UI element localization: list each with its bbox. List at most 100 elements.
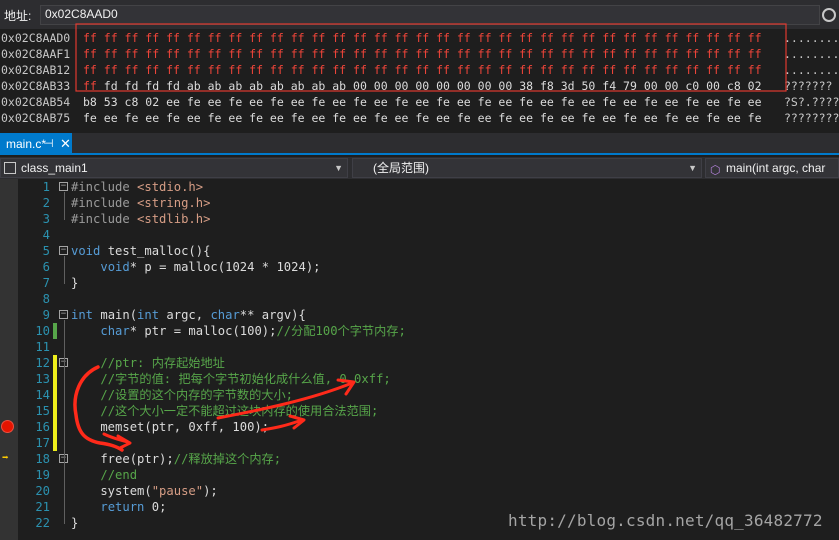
line-number: 6 xyxy=(42,260,50,274)
memory-bytes: ff ff ff ff ff ff ff ff ff ff ff ff ff f… xyxy=(83,63,762,77)
navigation-bar: class_main1 ▼ (全局范围) ▼ ⬡ main(int argc, … xyxy=(0,157,839,179)
code-line[interactable]: 10 char* ptr = malloc(100);//分配100个字节内存; xyxy=(0,323,839,339)
outline-guide xyxy=(64,256,65,284)
code-line[interactable]: 2 #include <string.h> xyxy=(0,195,839,211)
memory-ascii: ......... xyxy=(784,47,839,61)
memory-address: 0x02C8AAD0 xyxy=(1,31,71,45)
code-text: #include <string.h> xyxy=(71,196,211,210)
line-number: 1 xyxy=(42,180,50,194)
outline-guide xyxy=(64,320,65,524)
memory-ascii: ???????? xyxy=(784,111,839,125)
project-dropdown[interactable]: class_main1 ▼ xyxy=(0,158,348,178)
code-line[interactable]: 11 xyxy=(0,339,839,355)
memory-bytes: fe ee fe ee fe ee fe ee fe ee fe ee fe e… xyxy=(83,111,762,125)
refresh-icon[interactable] xyxy=(822,8,836,22)
code-line[interactable]: 5− void test_malloc(){ xyxy=(0,243,839,259)
code-text: int main(int argc, char** argv){ xyxy=(71,308,306,322)
memory-bytes: ff fd fd fd fd ab ab ab ab ab ab ab ab 0… xyxy=(83,79,762,93)
memory-ascii: ??????? xyxy=(784,79,833,93)
code-line[interactable]: 3 #include <stdlib.h> xyxy=(0,211,839,227)
code-text: system("pause"); xyxy=(71,484,218,498)
memory-bytes: ff ff ff ff ff ff ff ff ff ff ff ff ff f… xyxy=(83,31,762,45)
code-line[interactable]: 8 xyxy=(0,291,839,307)
code-text: #include <stdio.h> xyxy=(71,180,204,194)
code-line[interactable]: 9− int main(int argc, char** argv){ xyxy=(0,307,839,323)
code-text: //设置的这个内存的字节数的大小; xyxy=(100,388,293,402)
code-text: //字节的值: 把每个字节初始化成什么值, 0,0xff; xyxy=(100,372,391,386)
memory-bytes: b8 53 c8 02 ee fe ee fe ee fe ee fe ee f… xyxy=(83,95,762,109)
line-number: 5 xyxy=(42,244,50,258)
line-number: 9 xyxy=(42,308,50,322)
code-line[interactable]: 12− //ptr: 内存起始地址 xyxy=(0,355,839,371)
memory-row: 0x02C8AB75 fe ee fe ee fe ee fe ee fe ee … xyxy=(0,110,839,126)
memory-row: 0x02C8AB54 b8 53 c8 02 ee fe ee fe ee fe … xyxy=(0,94,839,110)
code-text: } xyxy=(71,516,79,530)
line-number: 4 xyxy=(42,228,50,242)
line-number: 16 xyxy=(35,420,50,434)
code-text: return 0; xyxy=(100,500,167,514)
memory-address: 0x02C8AB75 xyxy=(1,111,71,125)
memory-address: 0x02C8AB54 xyxy=(1,95,71,109)
code-text: //ptr: 内存起始地址 xyxy=(100,356,225,370)
chevron-down-icon: ▼ xyxy=(688,163,697,173)
tab-main-c[interactable]: main.c* ⊣ ✕ xyxy=(0,133,72,155)
code-line[interactable]: 18− free(ptr);//释放掉这个内存; xyxy=(0,451,839,467)
memory-window: 0x02C8AAD0 ff ff ff ff ff ff ff ff ff ff … xyxy=(0,29,839,126)
collapse-icon[interactable]: − xyxy=(59,246,68,255)
change-indicator xyxy=(53,403,57,419)
function-dropdown[interactable]: ⬡ main(int argc, char xyxy=(705,158,839,178)
code-text: free(ptr);//释放掉这个内存; xyxy=(71,452,282,466)
line-number: 10 xyxy=(35,324,50,338)
close-icon[interactable]: ✕ xyxy=(60,133,71,155)
memory-bytes: ff ff ff ff ff ff ff ff ff ff ff ff ff f… xyxy=(83,47,762,61)
code-text: //这个大小一定不能超过这块内存的使用合法范围; xyxy=(100,404,379,418)
code-line[interactable]: 14 //设置的这个内存的字节数的大小; xyxy=(0,387,839,403)
line-number: 21 xyxy=(35,500,50,514)
code-text: memset(ptr, 0xff, 100); xyxy=(71,420,270,434)
code-line[interactable]: 1− #include <stdio.h> xyxy=(0,179,839,195)
line-number: 17 xyxy=(35,436,50,450)
scope-dropdown[interactable]: (全局范围) ▼ xyxy=(352,158,702,178)
code-text: void* p = malloc(1024 * 1024); xyxy=(100,260,321,274)
code-editor[interactable]: ➡ 1− #include <stdio.h> 2 #include <string.… xyxy=(0,179,839,540)
code-line[interactable]: 16 memset(ptr, 0xff, 100); xyxy=(0,419,839,435)
line-number: 7 xyxy=(42,276,50,290)
line-number: 19 xyxy=(35,468,50,482)
code-text: } xyxy=(71,276,79,290)
line-number: 12 xyxy=(35,356,50,370)
function-cube-icon: ⬡ xyxy=(710,163,721,177)
watermark-text: http://blog.csdn.net/qq_36482772 xyxy=(508,511,823,530)
memory-address: 0x02C8AAF1 xyxy=(1,47,71,61)
line-number: 14 xyxy=(35,388,50,402)
memory-address: 0x02C8AB12 xyxy=(1,63,71,77)
change-indicator xyxy=(53,355,57,371)
code-line[interactable]: 13 //字节的值: 把每个字节初始化成什么值, 0,0xff; xyxy=(0,371,839,387)
code-line[interactable]: 15 //这个大小一定不能超过这块内存的使用合法范围; xyxy=(0,403,839,419)
document-tab-bar: main.c* ⊣ ✕ xyxy=(0,133,839,155)
line-number: 2 xyxy=(42,196,50,210)
address-input[interactable]: 0x02C8AAD0 xyxy=(40,5,820,25)
code-text: #include <stdlib.h> xyxy=(71,212,211,226)
memory-address: 0x02C8AB33 xyxy=(1,79,71,93)
code-line[interactable]: 7} xyxy=(0,275,839,291)
code-text: //end xyxy=(100,468,138,482)
memory-ascii: ?S?.???? xyxy=(784,95,839,109)
line-number: 3 xyxy=(42,212,50,226)
line-number: 22 xyxy=(35,516,50,530)
code-line[interactable]: 4 xyxy=(0,227,839,243)
code-line[interactable]: 6 void* p = malloc(1024 * 1024); xyxy=(0,259,839,275)
code-text: char* ptr = malloc(100);//分配100个字节内存; xyxy=(100,324,406,338)
collapse-icon[interactable]: − xyxy=(59,182,68,191)
change-indicator xyxy=(53,371,57,387)
code-line[interactable]: 17 xyxy=(0,435,839,451)
collapse-icon[interactable]: − xyxy=(59,310,68,319)
line-number: 18 xyxy=(35,452,50,466)
memory-row: 0x02C8AB33 ff fd fd fd fd ab ab ab ab ab … xyxy=(0,78,839,94)
memory-row: 0x02C8AB12 ff ff ff ff ff ff ff ff ff ff … xyxy=(0,62,839,78)
pin-icon[interactable]: ⊣ xyxy=(44,133,54,155)
outline-guide xyxy=(64,192,65,220)
chevron-down-icon: ▼ xyxy=(334,163,343,173)
code-line[interactable]: 19 //end xyxy=(0,467,839,483)
project-name: class_main1 xyxy=(21,161,88,175)
code-line[interactable]: 20 system("pause"); xyxy=(0,483,839,499)
